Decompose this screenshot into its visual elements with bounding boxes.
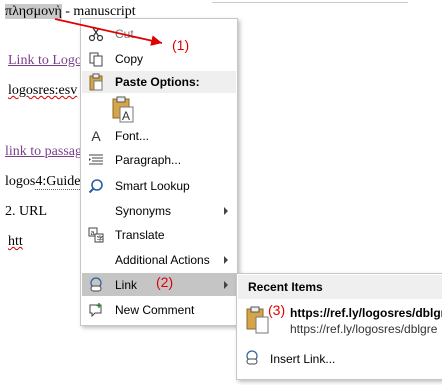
annotation-arrow: [54, 18, 163, 46]
annotation-3: (3): [268, 302, 286, 318]
annotation-2: (2): [156, 274, 174, 290]
annotation-1: (1): [172, 37, 190, 53]
